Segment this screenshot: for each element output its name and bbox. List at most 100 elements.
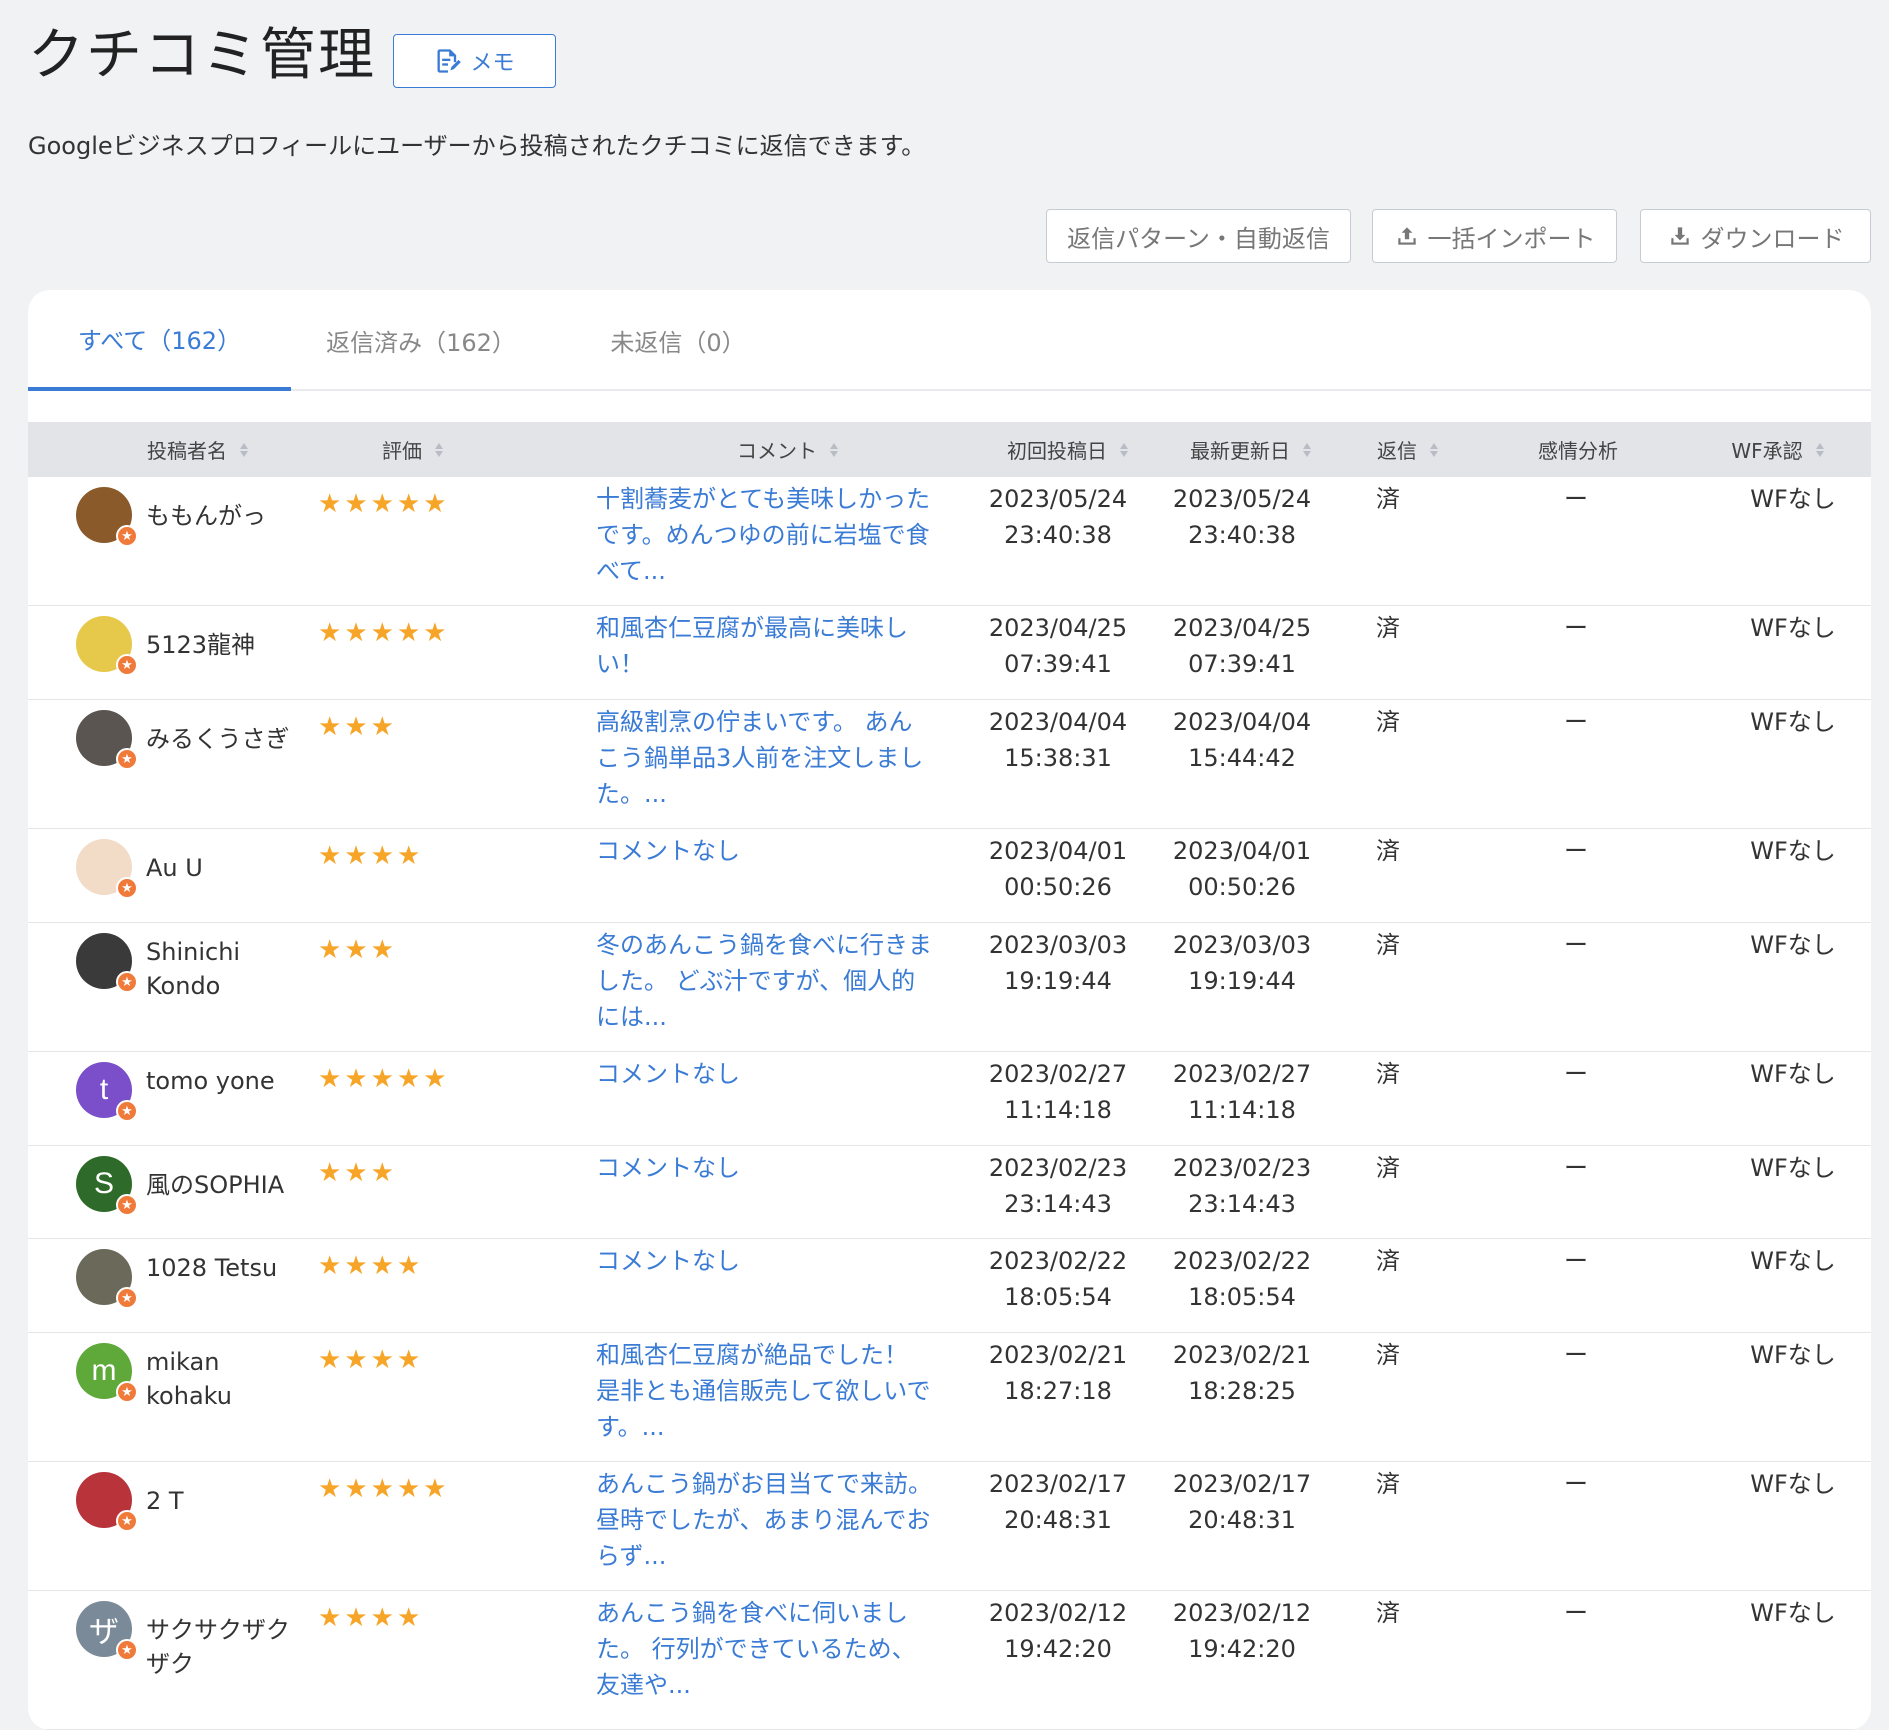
star-icon: ★ — [344, 1345, 371, 1375]
sentiment-value: ー — [1564, 1154, 1588, 1182]
memo-button[interactable]: メモ — [393, 34, 556, 88]
comment-link[interactable]: コメントなし — [596, 1243, 936, 1279]
comment-link[interactable]: コメントなし — [596, 1056, 936, 1092]
first-post-date-day: 2023/02/21 — [988, 1341, 1128, 1369]
star-icon: ★ — [318, 935, 345, 965]
reply-status: 済 — [1376, 1470, 1400, 1498]
avatar: ★ — [76, 487, 138, 547]
table-row[interactable]: ザ ★ サクサクザクザク ★★★★ あんこう鍋を食べに伺いました。 行列ができて… — [28, 1591, 1871, 1730]
tab-replied[interactable]: 返信済み（162） — [291, 290, 551, 391]
comment-link[interactable]: 冬のあんこう鍋を食べに行きました。 どぶ汁ですが、個人的には... — [596, 927, 936, 1035]
star-icon: ★ — [370, 935, 397, 965]
column-label: 投稿者名 — [147, 439, 227, 463]
download-button[interactable]: ダウンロード — [1640, 209, 1871, 263]
rating-stars: ★★★★★ — [318, 1064, 450, 1094]
reply-status: 済 — [1376, 931, 1400, 959]
table-row[interactable]: t ★ tomo yone ★★★★★ コメントなし 2023/02/27 11… — [28, 1052, 1871, 1146]
first-post-date-time: 07:39:41 — [1004, 650, 1112, 678]
column-header-first-date[interactable]: 初回投稿日 — [968, 422, 1168, 477]
table-row[interactable]: ★ Au U ★★★★ コメントなし 2023/04/01 00:50:26 2… — [28, 829, 1871, 923]
sort-icon[interactable] — [1302, 441, 1312, 459]
updated-date-time: 11:14:18 — [1188, 1096, 1296, 1124]
first-post-date-time: 19:42:20 — [1004, 1635, 1112, 1663]
comment-link[interactable]: あんこう鍋がお目当てで来訪。昼時でしたが、あまり混んでおらず... — [596, 1466, 936, 1574]
table-row[interactable]: ★ 5123龍神 ★★★★★ 和風杏仁豆腐が最高に美味しい！ 2023/04/2… — [28, 606, 1871, 700]
comment-link[interactable]: 和風杏仁豆腐が最高に美味しい！ — [596, 610, 936, 682]
reply-pattern-button[interactable]: 返信パターン・自動返信 — [1046, 209, 1351, 263]
column-header-rating[interactable]: 評価 — [338, 422, 488, 477]
wf-approval: WFなし — [1750, 1470, 1836, 1498]
table-row[interactable]: ★ 2 T ★★★★★ あんこう鍋がお目当てで来訪。昼時でしたが、あまり混んでお… — [28, 1462, 1871, 1591]
comment-link[interactable]: 十割蕎麦がとても美味しかったです。めんつゆの前に岩塩で食べて... — [596, 481, 936, 589]
table-row[interactable]: ★ Shinichi Kondo ★★★ 冬のあんこう鍋を食べに行きました。 ど… — [28, 923, 1871, 1052]
local-guide-badge-icon: ★ — [116, 1639, 138, 1661]
column-label: 初回投稿日 — [1007, 439, 1107, 463]
first-post-date: 2023/02/22 18:05:54 — [963, 1243, 1153, 1315]
comment-link[interactable]: コメントなし — [596, 833, 936, 869]
star-icon: ★ — [370, 841, 397, 871]
wf-approval: WFなし — [1750, 1060, 1836, 1088]
sort-icon[interactable] — [829, 441, 839, 459]
table-row[interactable]: ★ 1028 Tetsu ★★★★ コメントなし 2023/02/22 18:0… — [28, 1239, 1871, 1333]
wf-approval: WFなし — [1750, 708, 1836, 736]
sort-icon[interactable] — [239, 441, 249, 459]
column-header-wf[interactable]: WF承認 — [1708, 422, 1848, 477]
sort-icon[interactable] — [434, 441, 444, 459]
column-label: 返信 — [1377, 439, 1417, 463]
avatar: ★ — [76, 1249, 138, 1309]
updated-date: 2023/02/23 23:14:43 — [1147, 1150, 1337, 1222]
star-icon: ★ — [370, 489, 397, 519]
updated-date-time: 07:39:41 — [1188, 650, 1296, 678]
column-header-author[interactable]: 投稿者名 — [98, 422, 298, 477]
avatar: ザ ★ — [76, 1601, 138, 1661]
column-label: 評価 — [382, 439, 422, 463]
table-row[interactable]: m ★ mikan kohaku ★★★★ 和風杏仁豆腐が絶品でした！ 是非とも… — [28, 1333, 1871, 1462]
first-post-date: 2023/02/21 18:27:18 — [963, 1337, 1153, 1409]
star-icon: ★ — [396, 1603, 424, 1633]
column-header-updated-date[interactable]: 最新更新日 — [1151, 422, 1351, 477]
updated-date-day: 2023/02/17 — [1172, 1470, 1312, 1498]
comment-link[interactable]: あんこう鍋を食べに伺いました。 行列ができているため、友達や... — [596, 1595, 936, 1703]
star-icon: ★ — [370, 1345, 397, 1375]
updated-date: 2023/02/21 18:28:25 — [1147, 1337, 1337, 1409]
comment-link[interactable]: 和風杏仁豆腐が絶品でした！ 是非とも通信販売して欲しいです。... — [596, 1337, 936, 1445]
updated-date-time: 20:48:31 — [1188, 1506, 1296, 1534]
local-guide-badge-icon: ★ — [116, 877, 138, 899]
comment-link[interactable]: コメントなし — [596, 1150, 936, 1186]
first-post-date-day: 2023/02/23 — [988, 1154, 1128, 1182]
rating-stars: ★★★★★ — [318, 618, 450, 648]
table-row[interactable]: S ★ 風のSOPHIA ★★★ コメントなし 2023/02/23 23:14… — [28, 1146, 1871, 1239]
tab-all[interactable]: すべて（162） — [28, 290, 291, 391]
reply-status: 済 — [1376, 1599, 1400, 1627]
table-row[interactable]: ★ みるくうさぎ ★★★ 高級割烹の佇まいです。 あんこう鍋単品3人前を注文しま… — [28, 700, 1871, 829]
memo-label: メモ — [470, 51, 515, 76]
column-header-comment[interactable]: コメント — [668, 422, 908, 477]
avatar: t ★ — [76, 1062, 138, 1122]
tab-unreplied[interactable]: 未返信（0） — [558, 290, 798, 391]
first-post-date-day: 2023/02/12 — [988, 1599, 1128, 1627]
reply-status: 済 — [1376, 485, 1400, 513]
star-icon: ★ — [370, 1603, 397, 1633]
table-row[interactable]: ★ ももんがっ ★★★★★ 十割蕎麦がとても美味しかったです。めんつゆの前に岩塩… — [28, 477, 1871, 606]
updated-date: 2023/02/22 18:05:54 — [1147, 1243, 1337, 1315]
sort-icon[interactable] — [1119, 441, 1129, 459]
first-post-date-day: 2023/04/04 — [988, 708, 1128, 736]
page-title: クチコミ管理 — [28, 23, 376, 88]
comment-link[interactable]: 高級割烹の佇まいです。 あんこう鍋単品3人前を注文しました。... — [596, 704, 936, 812]
sort-icon[interactable] — [1429, 441, 1439, 459]
star-icon: ★ — [396, 618, 424, 648]
updated-date: 2023/02/27 11:14:18 — [1147, 1056, 1337, 1128]
updated-date-time: 18:28:25 — [1188, 1377, 1296, 1405]
sort-icon[interactable] — [1815, 441, 1825, 459]
local-guide-badge-icon: ★ — [116, 1287, 138, 1309]
bulk-import-button[interactable]: 一括インポート — [1372, 209, 1617, 263]
author-name: 2 T — [146, 1487, 184, 1515]
updated-date-time: 19:42:20 — [1188, 1635, 1296, 1663]
column-header-reply[interactable]: 返信 — [1348, 422, 1468, 477]
reply-status: 済 — [1376, 1247, 1400, 1275]
avatar: ★ — [76, 616, 138, 676]
column-header-sentiment: 感情分析 — [1508, 422, 1648, 477]
first-post-date-day: 2023/03/03 — [988, 931, 1128, 959]
first-post-date: 2023/02/17 20:48:31 — [963, 1466, 1153, 1538]
star-icon: ★ — [344, 1064, 371, 1094]
